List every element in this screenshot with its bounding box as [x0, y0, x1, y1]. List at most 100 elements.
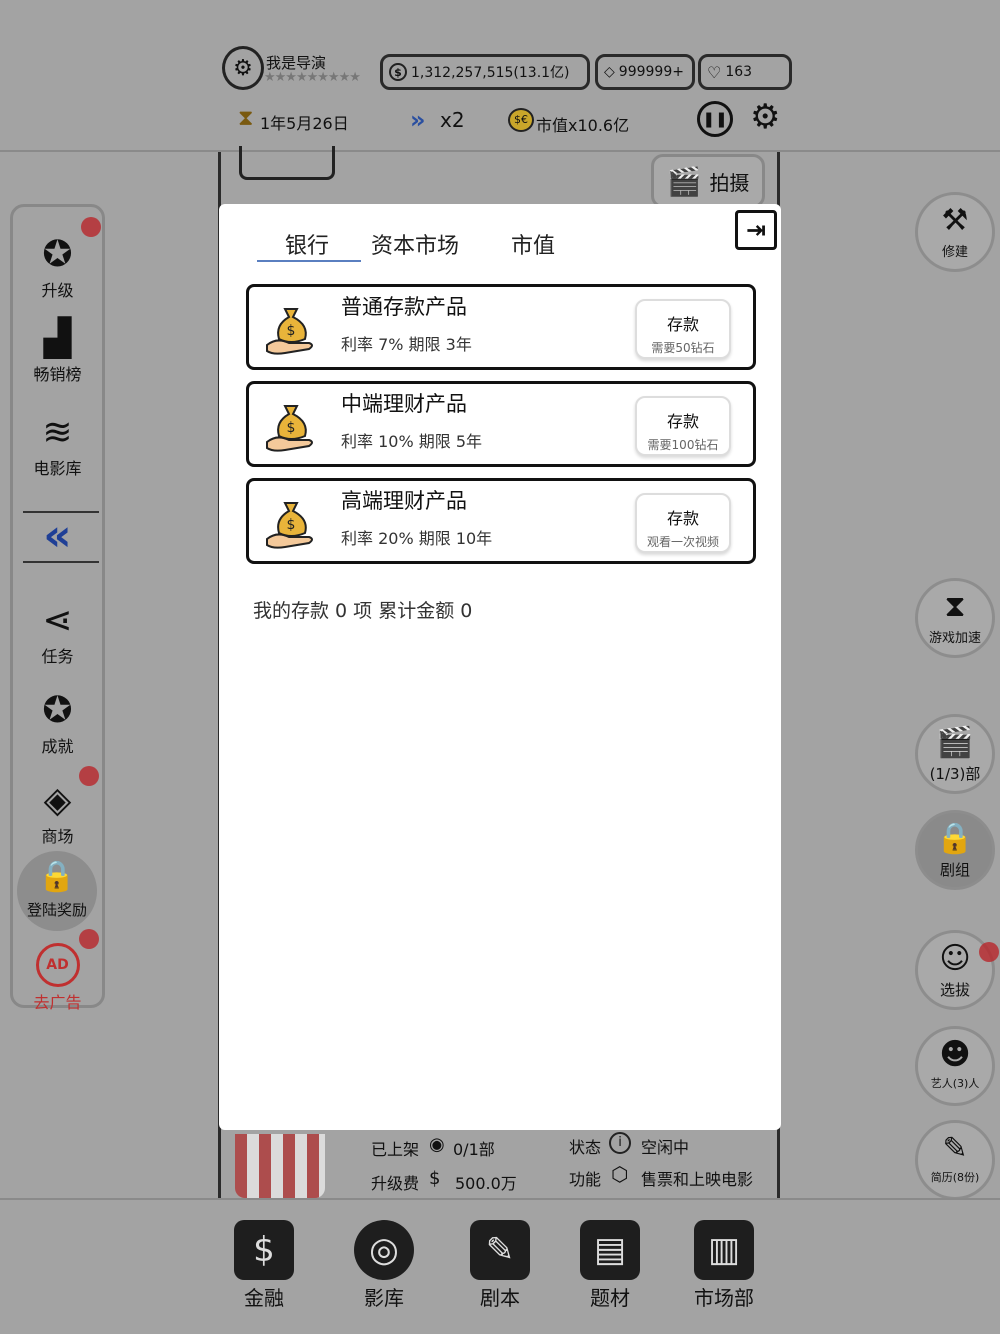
film-reel-small-icon: ◉ [429, 1134, 445, 1155]
nav-film-library[interactable]: ◎ 影库 [336, 1220, 432, 1311]
director-avatar-icon[interactable]: ⚙ [222, 46, 264, 90]
heart-display[interactable]: ♡ 163 [698, 54, 792, 90]
sidebar-item-shop[interactable]: ◈ 商场 [13, 781, 102, 847]
product-title: 普通存款产品 [341, 295, 467, 319]
sidebar-item-label: 商场 [41, 827, 74, 846]
lock-icon: 🔒 [38, 859, 76, 894]
sidebar-item-remove-ads[interactable]: AD 去广告 [13, 943, 102, 1013]
right-item-label: 游戏加速 [928, 631, 981, 646]
artist-face-icon: ☻ [939, 1037, 971, 1072]
right-item-label: 修建 [941, 245, 968, 260]
audition-button[interactable]: ☺ 选拔 [915, 930, 995, 1010]
coin-stack-icon: ≋ [42, 412, 73, 453]
sidebar-item-achievements[interactable]: ✪ 成就 [13, 691, 102, 757]
nav-finance[interactable]: $ 金融 [216, 1220, 312, 1311]
diamond-display[interactable]: ◇ 999999+ [595, 54, 695, 90]
deposit-requirement: 观看一次视频 [646, 535, 719, 549]
nav-scripts[interactable]: ✎ 剧本 [452, 1220, 548, 1311]
clapperboard-icon: 🎬 [666, 164, 702, 198]
market-value: 市值x10.6亿 [536, 116, 630, 135]
nav-label: 市场部 [694, 1286, 754, 1310]
notification-dot [79, 766, 99, 786]
exit-icon: ⇥ [745, 216, 767, 244]
status-label: 状态 [569, 1138, 602, 1157]
hourglass-icon: ⧗ [944, 589, 966, 624]
building-preview [239, 146, 335, 180]
bottom-nav: $ 金融 ◎ 影库 ✎ 剧本 ▤ 题材 ▥ 市场部 [0, 1198, 1000, 1334]
product-title: 中端理财产品 [341, 392, 467, 416]
deposit-label: 存款 [666, 509, 699, 528]
deposit-label: 存款 [666, 315, 699, 334]
top-status-bar: ⚙ 我是导演 ★★★★★★★★★ $ 1,312,257,515(13.1亿) … [0, 0, 1000, 152]
sidebar-item-label: 去广告 [33, 993, 82, 1012]
hammer-icon: ⚒ [941, 203, 969, 238]
collapse-sidebar-button[interactable]: « [13, 511, 102, 561]
tab-market-value[interactable]: 市值 [511, 228, 555, 260]
deposit-label: 存款 [666, 412, 699, 431]
market-value-icon: $€ [508, 108, 534, 132]
deposit-button[interactable]: 存款 需要50钻石 [635, 299, 731, 359]
speed-multiplier[interactable]: x2 [440, 108, 465, 132]
sidebar-item-label: 升级 [41, 281, 74, 300]
svg-text:$: $ [287, 323, 296, 339]
status-value: 空闲中 [641, 1138, 690, 1157]
login-reward-button[interactable]: 🔒 登陆奖励 [17, 851, 97, 931]
clapperboard-icon: ▤ [580, 1220, 640, 1280]
pause-button[interactable]: ❚❚ [697, 101, 733, 137]
deposit-button[interactable]: 存款 需要100钻石 [635, 396, 731, 456]
nav-topics[interactable]: ▤ 题材 [562, 1220, 658, 1311]
listed-value: 0/1部 [453, 1140, 495, 1159]
notification-dot [979, 942, 999, 962]
function-value: 售票和上映电影 [641, 1170, 754, 1189]
finance-modal: 银行 资本市场 市值 ⇥ $ 普通存款产品 利率 7% 期限 3年 存款 需要5… [219, 204, 781, 1130]
sidebar-item-bestseller[interactable]: ▟ 畅销榜 [13, 319, 102, 385]
money-display[interactable]: $ 1,312,257,515(13.1亿) [380, 54, 590, 90]
tab-bank[interactable]: 银行 [285, 228, 329, 260]
sidebar-item-upgrade[interactable]: ✪ 升级 [13, 235, 102, 301]
sidebar-item-label: 任务 [41, 647, 74, 666]
product-title: 高端理财产品 [341, 489, 467, 513]
build-button[interactable]: ⚒ 修建 [915, 192, 995, 272]
speed-icon[interactable]: » [410, 106, 426, 134]
nav-label: 金融 [244, 1286, 284, 1310]
nav-marketing[interactable]: ▥ 市场部 [676, 1220, 772, 1311]
hourglass-icon: ⧗ [238, 106, 254, 131]
upgrade-fee-value: 500.0万 [455, 1174, 517, 1193]
script-icon: ✎ [470, 1220, 530, 1280]
document-pen-icon: ✎ [942, 1131, 968, 1166]
sidebar-item-label: 登陆奖励 [26, 901, 87, 919]
film-reel-icon: ◎ [354, 1220, 414, 1280]
deposit-button[interactable]: 存款 观看一次视频 [635, 493, 731, 553]
crew-button[interactable]: 🔒 剧组 [915, 810, 995, 890]
artists-button[interactable]: ☻ 艺人(3)人 [915, 1026, 995, 1106]
notification-dot [81, 217, 101, 237]
production-count-button[interactable]: 🎬 (1/3)部 [915, 714, 995, 794]
right-item-label: 艺人(3)人 [930, 1077, 980, 1090]
sidebar-item-film-library[interactable]: ≋ 电影库 [13, 413, 102, 479]
nav-label: 影库 [364, 1286, 404, 1310]
money-bag-hand-icon: $ [263, 299, 319, 359]
tab-capital-market[interactable]: 资本市场 [371, 228, 459, 260]
sidebar-item-tasks[interactable]: ⋖ 任务 [13, 601, 102, 667]
sidebar-item-label: 畅销榜 [33, 365, 82, 384]
rating-stars-icon: ★★★★★★★★★ [264, 70, 361, 85]
cube-icon: ⬡ [611, 1162, 629, 1186]
sidebar-item-label: 成就 [41, 737, 74, 756]
right-item-label: (1/3)部 [929, 765, 981, 783]
close-modal-button[interactable]: ⇥ [735, 210, 777, 250]
product-desc: 利率 10% 期限 5年 [341, 432, 483, 451]
deposit-summary: 我的存款 0 项 累计金额 0 [253, 600, 473, 622]
podium-icon: ▟ [43, 318, 72, 359]
resumes-button[interactable]: ✎ 简历(8份) [915, 1120, 995, 1200]
product-card: $ 普通存款产品 利率 7% 期限 3年 存款 需要50钻石 [246, 284, 756, 370]
info-icon: i [609, 1132, 631, 1154]
deposit-requirement: 需要100钻石 [647, 438, 719, 452]
svg-text:$: $ [287, 517, 296, 533]
svg-text:$: $ [287, 420, 296, 436]
film-play-icon: 🎬 [936, 725, 974, 760]
film-button[interactable]: 🎬 拍摄 [651, 154, 765, 208]
heart-value: 163 [725, 64, 753, 80]
share-icon: ⋖ [42, 600, 73, 641]
game-speedup-button[interactable]: ⧗ 游戏加速 [915, 578, 995, 658]
settings-gear-icon[interactable]: ⚙ [750, 98, 780, 136]
